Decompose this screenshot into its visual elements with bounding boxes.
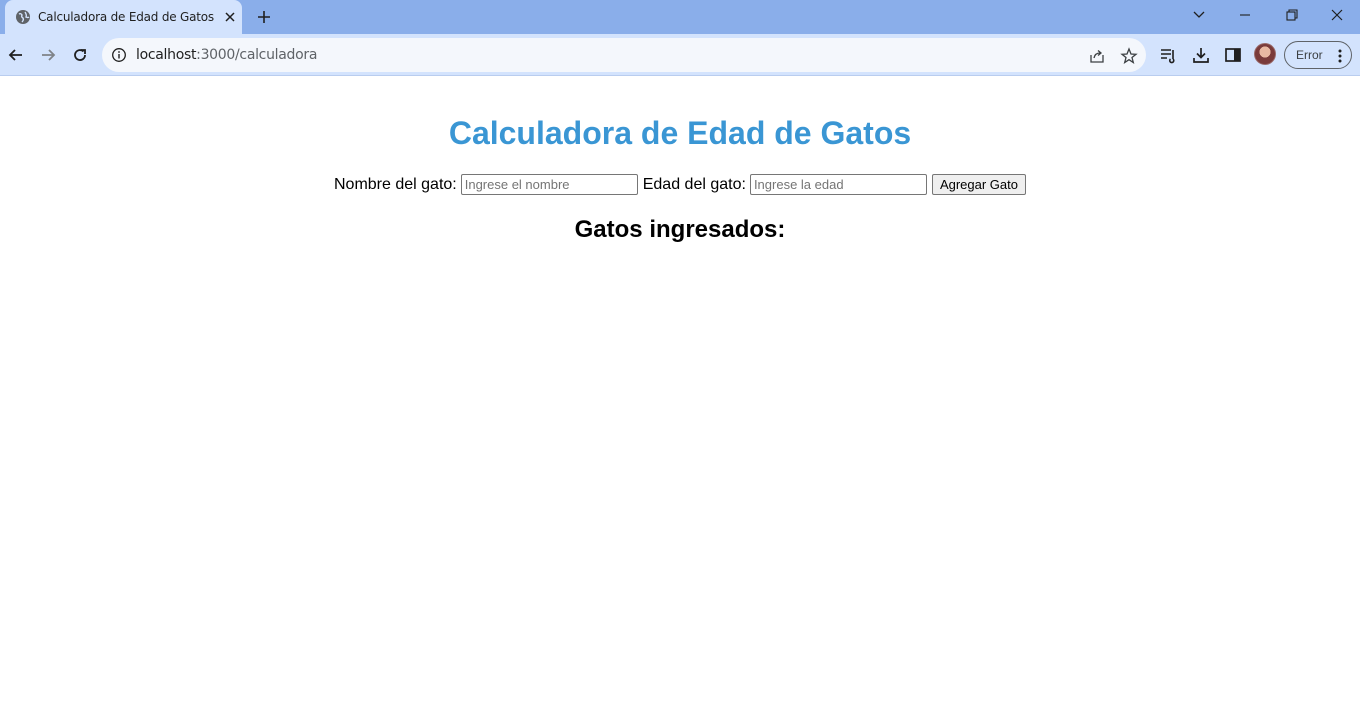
restore-icon[interactable] <box>1279 5 1303 25</box>
side-panel-icon[interactable] <box>1224 46 1242 64</box>
avatar[interactable] <box>1254 43 1276 65</box>
page-title: Calculadora de Edad de Gatos <box>448 115 912 151</box>
plus-icon[interactable] <box>254 7 274 27</box>
reload-icon[interactable] <box>70 45 90 65</box>
close-icon[interactable] <box>222 9 238 25</box>
minimize-icon[interactable] <box>1233 5 1257 25</box>
back-arrow-icon[interactable] <box>6 45 26 65</box>
share-icon[interactable] <box>1088 47 1106 65</box>
tab-strip: Calculadora de Edad de Gatos <box>0 0 1360 34</box>
info-icon[interactable] <box>111 47 127 63</box>
globe-icon <box>16 10 30 24</box>
add-cat-button[interactable]: Agregar Gato <box>931 174 1026 195</box>
profile-error-button[interactable]: Error <box>1284 41 1352 69</box>
add-cat-form: Nombre del gato: Edad del gato: Agregar … <box>0 174 1360 195</box>
tab-title: Calculadora de Edad de Gatos <box>38 10 214 24</box>
url-path: :3000/calculadora <box>196 47 318 63</box>
name-input[interactable] <box>460 174 638 195</box>
cats-list-heading: Gatos ingresados: <box>574 216 786 243</box>
download-icon[interactable] <box>1192 46 1210 64</box>
window-close-icon[interactable] <box>1325 5 1349 25</box>
reading-list-icon[interactable] <box>1159 46 1177 64</box>
browser-tab[interactable]: Calculadora de Edad de Gatos <box>5 0 242 34</box>
name-label: Nombre del gato: <box>334 175 457 193</box>
profile-error-label: Error <box>1296 48 1323 62</box>
url-text: localhost:3000/calculadora <box>136 47 317 63</box>
star-icon[interactable] <box>1120 47 1138 65</box>
page-content: Calculadora de Edad de Gatos Nombre del … <box>0 77 1360 709</box>
url-host: localhost <box>136 47 197 63</box>
kebab-menu-icon[interactable] <box>1334 48 1346 64</box>
age-label: Edad del gato: <box>642 175 746 193</box>
age-input[interactable] <box>749 174 927 195</box>
browser-toolbar: localhost:3000/calculadora Error <box>0 34 1360 76</box>
forward-arrow-icon[interactable] <box>38 45 58 65</box>
address-bar[interactable]: localhost:3000/calculadora <box>102 38 1146 72</box>
chevron-down-icon[interactable] <box>1187 5 1211 25</box>
